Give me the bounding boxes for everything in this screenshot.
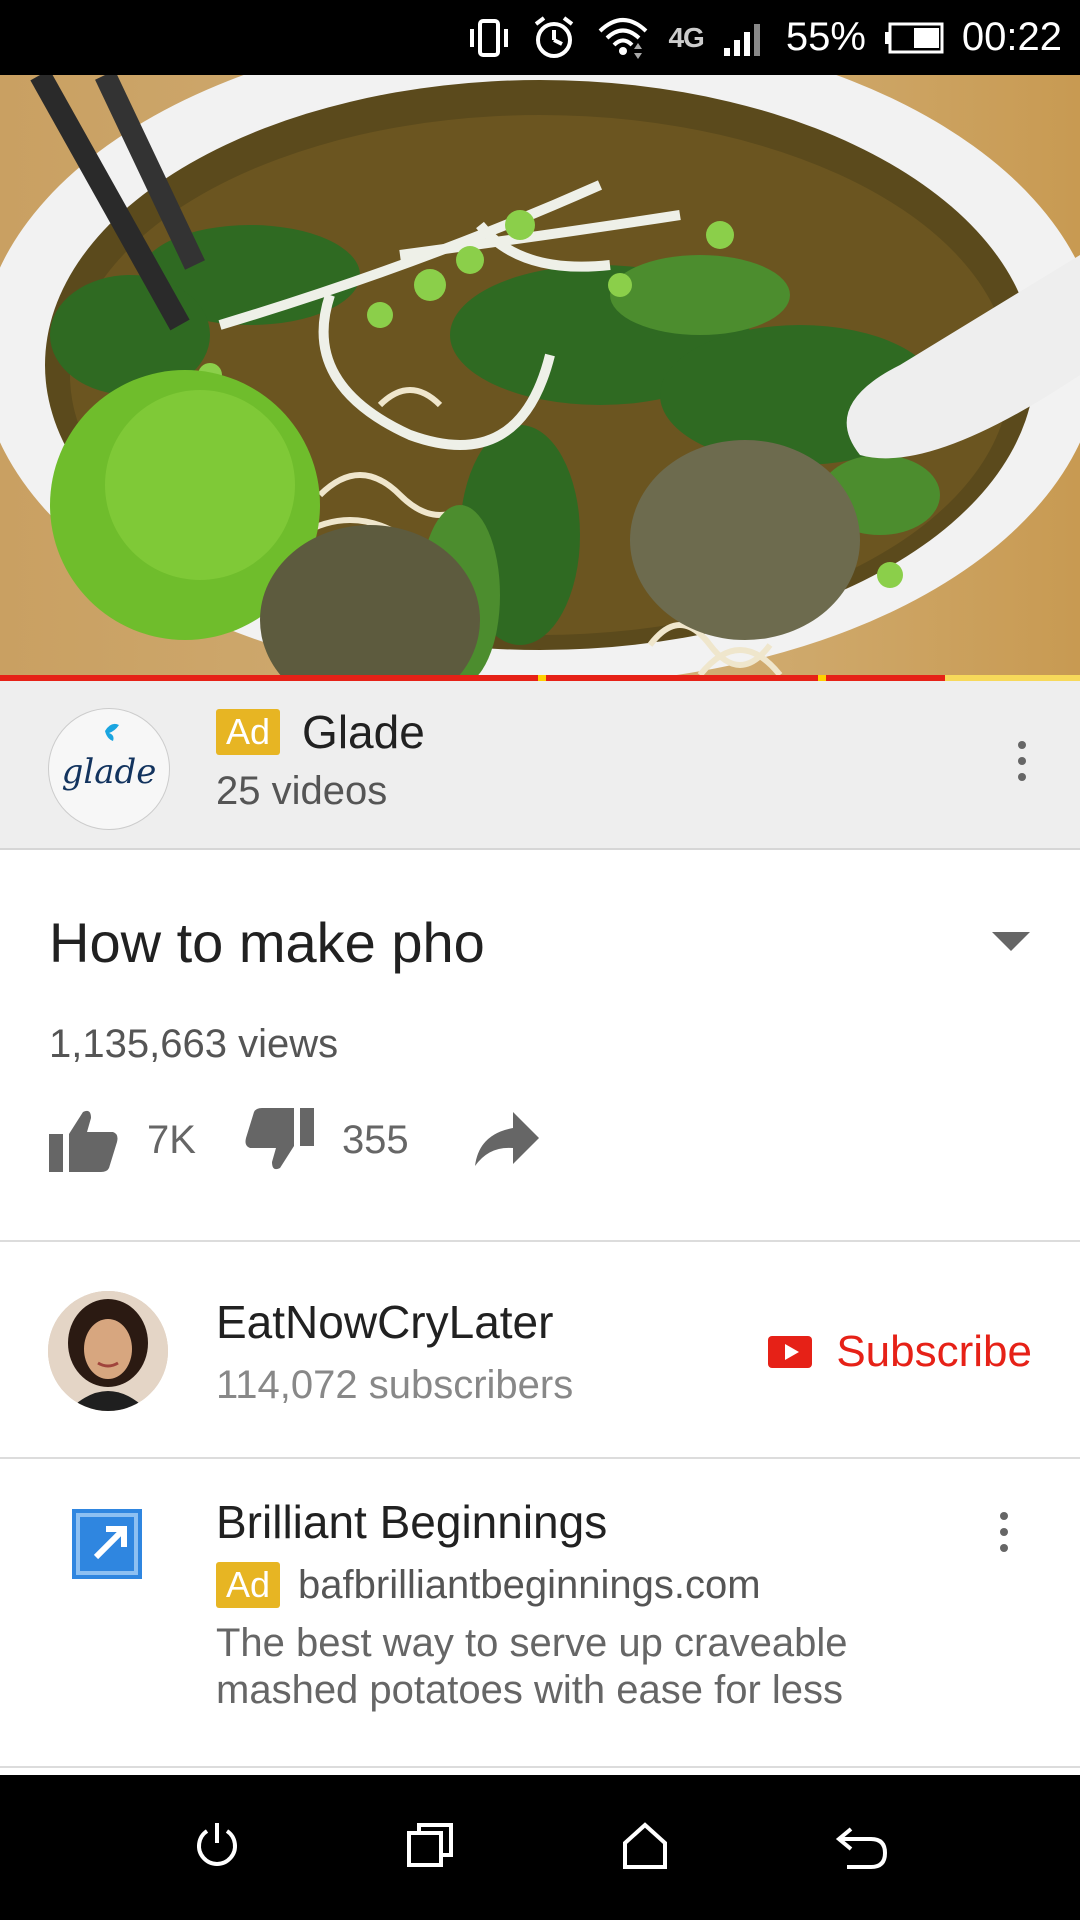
share-button[interactable] <box>474 1112 539 1168</box>
video-player[interactable] <box>0 75 1080 675</box>
navigation-bar <box>0 1775 1080 1920</box>
ad-badge: Ad <box>216 709 281 755</box>
view-count: 1,135,663 views <box>49 1022 339 1066</box>
divider <box>0 1766 1080 1768</box>
vibrate-icon <box>466 15 512 61</box>
divider <box>0 1240 1080 1242</box>
logo-text: glade <box>62 752 157 792</box>
thumbs-down-icon <box>245 1108 314 1170</box>
subscribe-label: Subscribe <box>836 1327 1032 1376</box>
video-actions: 7K 355 <box>49 1100 539 1180</box>
ad-card-title[interactable]: Brilliant Beginnings <box>216 1495 607 1549</box>
expand-description-icon[interactable] <box>992 932 1030 951</box>
ad-card-url[interactable]: bafbrilliantbeginnings.com <box>298 1563 761 1608</box>
like-button[interactable] <box>49 1108 119 1172</box>
like-count: 7K <box>147 1117 196 1162</box>
divider <box>0 1457 1080 1459</box>
thumbs-up-icon <box>49 1110 118 1172</box>
power-icon[interactable] <box>191 1819 243 1876</box>
status-bar: 4G 55% 00:22 <box>0 0 1080 75</box>
recent-apps-icon[interactable] <box>405 1819 457 1876</box>
ad-channel-row[interactable]: glade Ad Glade 25 videos <box>0 681 1080 850</box>
subscriber-count: 114,072 subscribers <box>216 1363 574 1407</box>
dislike-count: 355 <box>341 1117 409 1162</box>
alarm-icon <box>530 14 578 62</box>
ad-channel-meta: 25 videos <box>216 769 388 813</box>
video-title: How to make pho <box>49 911 485 974</box>
wifi-icon <box>596 15 650 61</box>
share-icon <box>474 1112 539 1166</box>
battery-percent: 55% <box>785 15 866 59</box>
external-link-icon[interactable] <box>70 1505 146 1586</box>
dislike-button[interactable] <box>244 1108 314 1172</box>
signal-icon <box>722 18 768 58</box>
more-options-icon[interactable] <box>1002 731 1042 791</box>
ad-card-url-row: Ad bafbrilliantbeginnings.com <box>216 1562 761 1608</box>
network-type: 4G <box>668 21 704 53</box>
subscribe-button[interactable]: Subscribe <box>768 1327 1032 1377</box>
ad-card-description: The best way to serve up craveable mashe… <box>216 1621 848 1712</box>
home-icon[interactable] <box>619 1819 671 1876</box>
video-frame <box>0 75 1080 675</box>
ad-card-more-icon[interactable] <box>984 1502 1024 1562</box>
channel-name[interactable]: EatNowCryLater <box>216 1295 553 1349</box>
clock: 00:22 <box>961 15 1062 59</box>
youtube-icon <box>768 1336 813 1368</box>
battery-icon <box>884 21 944 55</box>
ad-channel-name[interactable]: Glade <box>302 705 425 759</box>
ad-badge: Ad <box>216 1562 281 1608</box>
back-icon[interactable] <box>833 1819 889 1876</box>
glade-logo[interactable]: glade <box>48 708 170 830</box>
channel-avatar[interactable] <box>48 1291 168 1411</box>
